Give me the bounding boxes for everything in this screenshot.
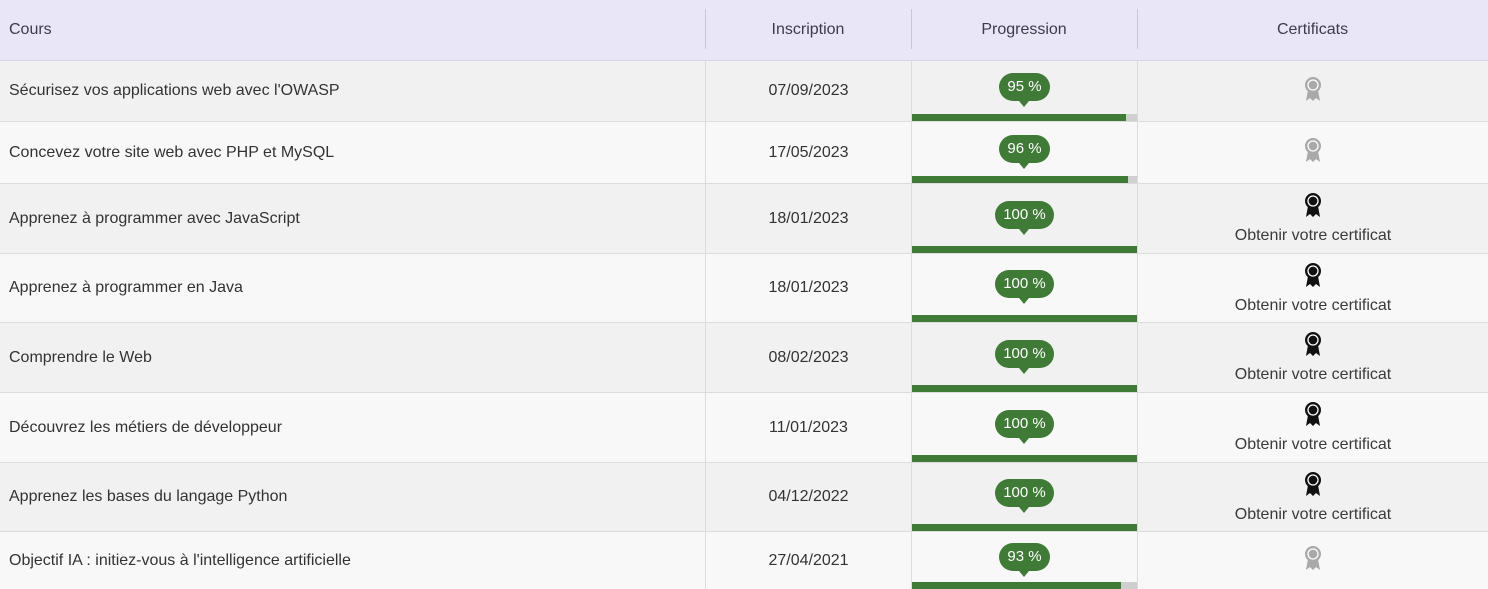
table-row: Sécurisez vos applications web avec l'OW… (0, 61, 1488, 122)
table-row: Apprenez à programmer en Java 18/01/2023 1… (0, 254, 1488, 323)
ribbon-badge-icon[interactable] (1303, 331, 1323, 362)
enrollment-date: 18/01/2023 (705, 184, 911, 253)
progress-cell: 95 % (911, 61, 1137, 121)
get-certificate-link[interactable]: Obtenir votre certificat (1235, 227, 1392, 245)
course-title[interactable]: Découvrez les métiers de développeur (0, 393, 705, 462)
progress-bar-fill (912, 524, 1137, 531)
column-header-certificates[interactable]: Certificats (1137, 0, 1488, 60)
progress-bar-fill (912, 176, 1128, 183)
progress-bar (912, 385, 1137, 392)
ribbon-badge-icon (1303, 545, 1323, 576)
enrollment-date: 07/09/2023 (705, 61, 911, 121)
course-title[interactable]: Comprendre le Web (0, 323, 705, 392)
progress-badge: 100 % (995, 270, 1054, 304)
certificate-cell (1137, 122, 1488, 183)
get-certificate-link[interactable]: Obtenir votre certificat (1235, 506, 1392, 524)
progress-bar (912, 114, 1137, 121)
ribbon-badge-icon[interactable] (1303, 192, 1323, 223)
progress-cell: 100 % (911, 323, 1137, 392)
ribbon-badge-icon[interactable] (1303, 262, 1323, 293)
get-certificate-link[interactable]: Obtenir votre certificat (1235, 297, 1392, 315)
certificate-cell: Obtenir votre certificat (1137, 323, 1488, 392)
table-row: Objectif IA : initiez-vous à l'intellige… (0, 532, 1488, 589)
progress-cell: 100 % (911, 254, 1137, 322)
course-title[interactable]: Objectif IA : initiez-vous à l'intellige… (0, 532, 705, 589)
progress-bar-fill (912, 246, 1137, 253)
progress-badge: 100 % (995, 409, 1054, 444)
table-body: Sécurisez vos applications web avec l'OW… (0, 61, 1488, 589)
table-header: Cours Inscription Progression Certificat… (0, 0, 1488, 61)
course-title[interactable]: Apprenez à programmer avec JavaScript (0, 184, 705, 253)
ribbon-badge-icon (1303, 137, 1323, 168)
ribbon-badge-icon[interactable] (1303, 401, 1323, 432)
progress-bar-fill (912, 385, 1137, 392)
ribbon-badge-icon (1303, 76, 1323, 107)
progress-bar (912, 455, 1137, 462)
course-title[interactable]: Concevez votre site web avec PHP et MySQ… (0, 122, 705, 183)
enrollment-date: 11/01/2023 (705, 393, 911, 462)
ribbon-badge-icon[interactable] (1303, 471, 1323, 502)
enrollment-date: 27/04/2021 (705, 532, 911, 589)
certificate-cell (1137, 532, 1488, 589)
certificate-cell: Obtenir votre certificat (1137, 463, 1488, 531)
enrollment-date: 17/05/2023 (705, 122, 911, 183)
table-row: Concevez votre site web avec PHP et MySQ… (0, 122, 1488, 184)
column-header-progress[interactable]: Progression (911, 0, 1137, 60)
progress-cell: 100 % (911, 463, 1137, 531)
progress-bar-fill (912, 582, 1122, 589)
certificate-cell: Obtenir votre certificat (1137, 254, 1488, 322)
progress-bar-fill (912, 114, 1126, 121)
enrollment-date: 18/01/2023 (705, 254, 911, 322)
course-title[interactable]: Sécurisez vos applications web avec l'OW… (0, 61, 705, 121)
get-certificate-link[interactable]: Obtenir votre certificat (1235, 436, 1392, 454)
certificate-cell: Obtenir votre certificat (1137, 393, 1488, 462)
progress-badge: 95 % (999, 73, 1050, 107)
certificate-cell: Obtenir votre certificat (1137, 184, 1488, 253)
progress-bar (912, 246, 1137, 253)
progress-bar (912, 176, 1137, 183)
column-header-enrollment[interactable]: Inscription (705, 0, 911, 60)
progress-cell: 100 % (911, 184, 1137, 253)
progress-badge: 100 % (995, 200, 1054, 235)
table-row: Apprenez à programmer avec JavaScript 18/… (0, 184, 1488, 254)
table-row: Comprendre le Web 08/02/2023 100 % Obtenir … (0, 323, 1488, 393)
progress-bar (912, 315, 1137, 322)
progress-bar (912, 582, 1137, 589)
column-header-course[interactable]: Cours (0, 0, 705, 60)
progress-bar-fill (912, 455, 1137, 462)
table-row: Découvrez les métiers de développeur 11/0… (0, 393, 1488, 463)
progress-badge: 100 % (995, 479, 1054, 513)
table-row: Apprenez les bases du langage Python 04/1… (0, 463, 1488, 532)
progress-badge: 100 % (995, 339, 1054, 374)
enrollment-date: 04/12/2022 (705, 463, 911, 531)
enrollment-date: 08/02/2023 (705, 323, 911, 392)
courses-table: Cours Inscription Progression Certificat… (0, 0, 1488, 589)
course-title[interactable]: Apprenez les bases du langage Python (0, 463, 705, 531)
progress-badge: 93 % (999, 542, 1050, 577)
progress-cell: 96 % (911, 122, 1137, 183)
progress-cell: 100 % (911, 393, 1137, 462)
course-title[interactable]: Apprenez à programmer en Java (0, 254, 705, 322)
get-certificate-link[interactable]: Obtenir votre certificat (1235, 366, 1392, 384)
progress-badge: 96 % (999, 134, 1050, 169)
certificate-cell (1137, 61, 1488, 121)
progress-cell: 93 % (911, 532, 1137, 589)
progress-bar-fill (912, 315, 1137, 322)
progress-bar (912, 524, 1137, 531)
